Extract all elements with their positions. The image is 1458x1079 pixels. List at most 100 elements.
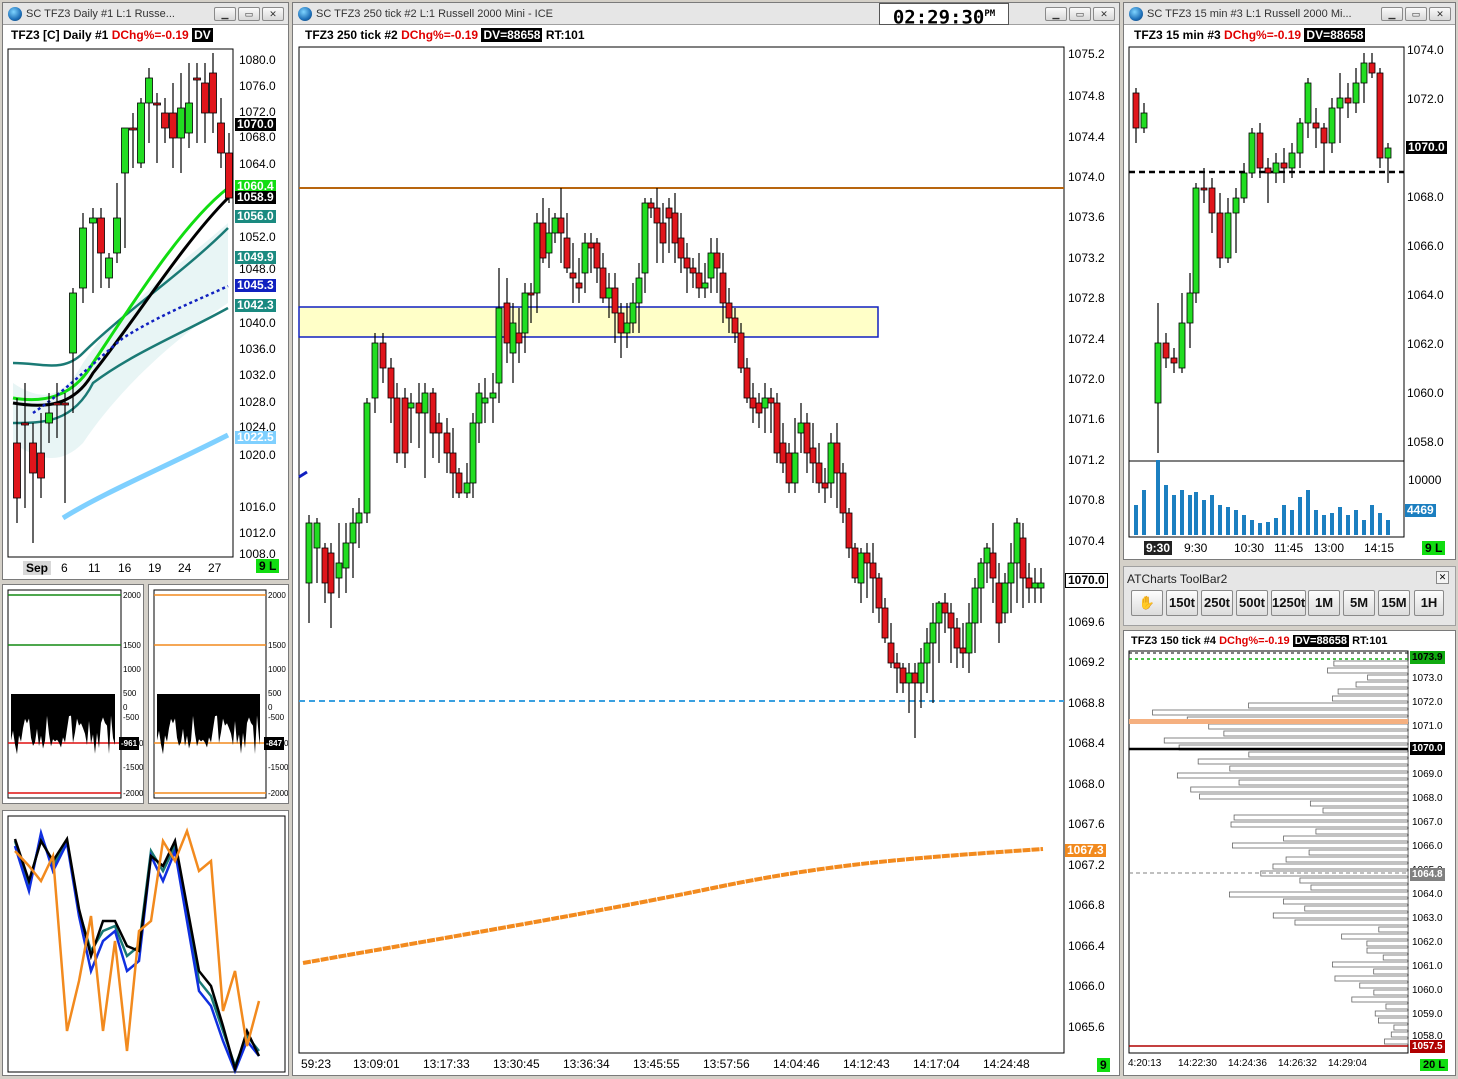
- tick250-candle: [647, 202, 655, 209]
- min15-candle: [1280, 162, 1288, 169]
- tick250-candle: [401, 397, 409, 454]
- status-badge: 20 L: [1420, 1059, 1449, 1071]
- price-tag: 1070.0: [235, 117, 276, 131]
- profile-bar: [1382, 954, 1409, 961]
- time-axis-label: 9:30: [1184, 541, 1208, 555]
- tick250-candle: [725, 302, 733, 319]
- volume-bar: [1330, 513, 1334, 535]
- volume-bar: [1290, 510, 1294, 535]
- tick250-candle: [563, 237, 571, 269]
- profile-bar: [1373, 968, 1409, 975]
- timeframe-button-1M[interactable]: 1M: [1308, 590, 1340, 616]
- supply-zone[interactable]: [298, 306, 879, 338]
- indicator-panel-3[interactable]: [2, 810, 289, 1076]
- tick250-candle: [415, 402, 423, 414]
- timeframe-button-15M[interactable]: 15M: [1378, 590, 1410, 616]
- tick250-candle: [983, 547, 991, 564]
- tick250-candle: [581, 242, 589, 274]
- volume-bar: [1258, 523, 1262, 535]
- tick250-candle: [569, 272, 577, 279]
- price-axis-label: 1069.0: [1412, 769, 1443, 780]
- price-axis-label: 1062.0: [1412, 937, 1443, 948]
- profile-bar: [1378, 926, 1409, 933]
- indicator-axis-label: 0: [268, 703, 273, 712]
- price-axis-label: 1074.0: [1068, 170, 1105, 184]
- tick150-chart-window[interactable]: TFZ3 150 tick #4 DChg%=-0.19 DV=88658 RT…: [1123, 630, 1456, 1076]
- min15-chart-window[interactable]: SC TFZ3 15 min #3 L:1 Russell 2000 Mi...…: [1123, 2, 1456, 560]
- price-axis-label: 1068.4: [1068, 736, 1105, 750]
- min15-candle: [1192, 187, 1200, 294]
- daily-chart-window[interactable]: SC TFZ3 Daily #1 L:1 Russe... ▁ ▭ ✕ TFZ3…: [2, 2, 289, 580]
- pan-hand-icon[interactable]: ✋: [1131, 590, 1163, 616]
- tick250-candle: [1019, 537, 1027, 579]
- volume-bar: [1210, 495, 1214, 535]
- price-axis-label: 1066.0: [1068, 979, 1105, 993]
- price-axis-label: 1061.0: [1412, 961, 1443, 972]
- price-axis-label: 1074.8: [1068, 89, 1105, 103]
- tick250-candle: [455, 472, 463, 494]
- profile-bar: [1366, 947, 1409, 954]
- time-axis-label: 19: [148, 561, 162, 575]
- profile-bar: [1238, 779, 1409, 786]
- price-axis-label: 1064.0: [1407, 288, 1444, 302]
- daily-candle: [37, 452, 45, 479]
- profile-bar: [1332, 695, 1409, 702]
- min15-candle: [1320, 127, 1328, 144]
- timeframe-button-250t[interactable]: 250t: [1201, 590, 1233, 616]
- profile-bar: [1299, 877, 1409, 884]
- tick250-candle: [305, 522, 313, 584]
- tick250-candle: [463, 482, 471, 494]
- min15-candle: [1264, 167, 1272, 174]
- price-tag: 1064.8: [1410, 868, 1445, 881]
- profile-bar: [1337, 688, 1409, 695]
- timeframe-button-5M[interactable]: 5M: [1343, 590, 1375, 616]
- min15-candle: [1224, 212, 1232, 259]
- indicator-axis-label: -1500: [268, 763, 289, 772]
- toolbar-title: ATCharts ToolBar2: [1127, 572, 1228, 586]
- tick250-candle: [887, 642, 895, 664]
- close-icon[interactable]: ✕: [1436, 571, 1449, 584]
- tick250-candle: [551, 217, 559, 234]
- volume-bar: [1134, 505, 1138, 535]
- indicator-panel-1[interactable]: 2000150010005000-500-1000-1500-2000-961: [2, 584, 144, 804]
- profile-bar: [1341, 933, 1409, 940]
- price-axis-label: 1074.0: [1407, 43, 1444, 57]
- min15-candle: [1256, 132, 1264, 169]
- price-axis-label: 1028.0: [239, 395, 276, 409]
- tick250-candle: [971, 587, 979, 624]
- profile-bar: [1197, 758, 1409, 765]
- timeframe-button-1H[interactable]: 1H: [1414, 590, 1444, 616]
- min15-candle-chart[interactable]: [1124, 3, 1456, 560]
- tick250-candle: [623, 322, 631, 334]
- volume-bar: [1164, 485, 1168, 535]
- tick250-candle: [327, 552, 335, 594]
- indicator-3-chart: [7, 815, 286, 1075]
- tick250-candle: [611, 287, 619, 314]
- profile-bar: [1283, 898, 1409, 905]
- tick250-candle: [533, 222, 541, 294]
- daily-candle: [169, 112, 177, 139]
- tick250-chart-window[interactable]: SC TFZ3 250 tick #2 L:1 Russell 2000 Min…: [292, 2, 1120, 1076]
- volume-bar: [1172, 495, 1176, 535]
- price-axis-label: 1072.4: [1068, 332, 1105, 346]
- volume-bar: [1338, 507, 1342, 535]
- tick250-candle: [599, 267, 607, 299]
- tick250-candle: [593, 242, 601, 269]
- tick250-candle-chart[interactable]: [293, 3, 1120, 1076]
- daily-candle: [79, 227, 87, 289]
- tick250-candle: [435, 422, 443, 434]
- timeframe-button-1250t[interactable]: 1250t: [1271, 590, 1306, 616]
- indicator-panel-2[interactable]: 2000150010005000-500-1000-1500-2000-847: [148, 584, 289, 804]
- tick150-volume-profile[interactable]: [1124, 631, 1456, 1076]
- timeframe-button-150t[interactable]: 150t: [1166, 590, 1198, 616]
- tick250-candle: [683, 257, 691, 269]
- price-tag: 1058.9: [235, 190, 276, 204]
- tick250-candle: [929, 622, 937, 644]
- tick250-candle: [695, 272, 703, 289]
- timeframe-button-500t[interactable]: 500t: [1236, 590, 1268, 616]
- tick250-candle: [363, 402, 371, 514]
- tick250-candle: [527, 292, 535, 296]
- current-price-tag: 1070.0: [1065, 573, 1108, 588]
- volume-bar: [1378, 513, 1382, 535]
- price-axis-label: 1012.0: [239, 526, 276, 540]
